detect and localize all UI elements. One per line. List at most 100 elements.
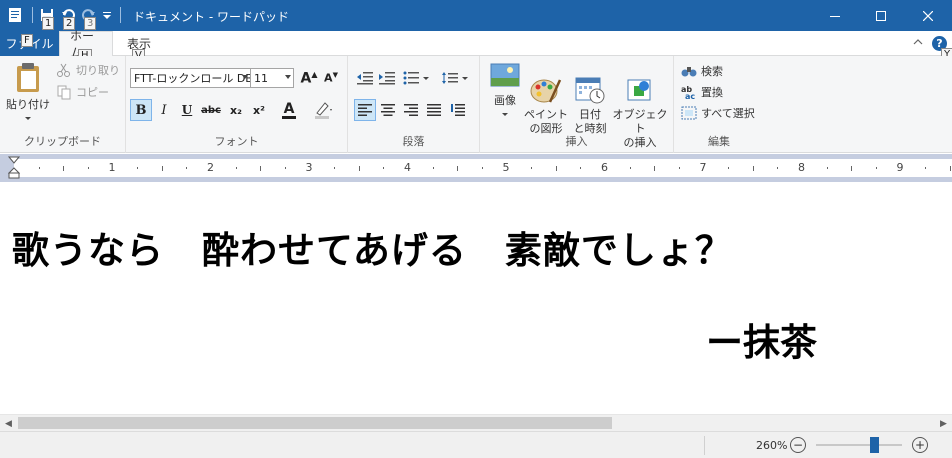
zoom-out-button[interactable]: − — [790, 437, 806, 453]
font-family-select[interactable]: FTT-ロックンロール DB — [130, 68, 251, 88]
tab-file[interactable]: ファイル F — [0, 31, 59, 56]
ruler-tick — [457, 165, 459, 171]
editing-group-label: 編集 — [708, 135, 730, 148]
select-all-button[interactable]: すべて選択 — [681, 105, 755, 121]
justify-icon — [427, 104, 441, 116]
highlight-color-button[interactable] — [308, 99, 338, 121]
close-button[interactable] — [904, 0, 952, 31]
zoom-slider-thumb[interactable] — [870, 437, 880, 453]
ruler-tick — [358, 165, 360, 171]
increase-indent-button[interactable] — [376, 67, 398, 89]
replace-button[interactable]: ab ac 置換 — [681, 84, 723, 100]
minimize-button[interactable] — [812, 0, 858, 31]
replace-label: 置換 — [701, 86, 723, 99]
collapse-ribbon-button[interactable] — [913, 36, 923, 49]
ruler-tick — [826, 167, 828, 169]
redo-button[interactable]: 3 — [80, 5, 98, 30]
ruler-tick — [531, 167, 533, 169]
align-left-button[interactable] — [354, 99, 376, 121]
save-button[interactable]: 1 — [38, 5, 56, 30]
paste-button[interactable]: 貼り付け — [6, 62, 50, 126]
font-size-select[interactable]: 11 — [250, 68, 294, 88]
justify-button[interactable] — [423, 99, 445, 121]
document-line-2[interactable]: ー抹茶 — [706, 312, 817, 366]
save-keytip: 1 — [42, 17, 55, 30]
bullet-list-icon — [403, 71, 429, 85]
zoom-slider[interactable] — [816, 444, 902, 446]
zoom-in-button[interactable]: + — [912, 437, 928, 453]
increase-indent-icon — [379, 72, 395, 85]
wordpad-app-icon[interactable] — [6, 5, 24, 25]
customize-qa-dropdown[interactable] — [101, 5, 113, 25]
find-button[interactable]: 検索 — [681, 63, 723, 79]
editing-group: 検索 ab ac 置換 すべて選択 編集 — [674, 56, 764, 153]
align-center-button[interactable] — [377, 99, 399, 121]
horizontal-scrollbar[interactable]: ◀ ▶ — [0, 414, 952, 431]
insert-picture-button[interactable]: 画像 — [486, 62, 524, 122]
highlighter-icon — [315, 102, 332, 119]
font-group: FTT-ロックンロール DB 11 A▲ A▼ B I U abc x₂ x² … — [126, 56, 348, 153]
ruler-tick — [752, 165, 754, 171]
scroll-right-arrow-icon[interactable]: ▶ — [935, 415, 952, 432]
paragraph-group: 段落 — [348, 56, 480, 153]
shrink-font-button[interactable]: A▼ — [320, 67, 342, 89]
italic-button[interactable]: I — [153, 99, 175, 121]
find-label: 検索 — [701, 65, 723, 78]
ruler-tick — [580, 167, 582, 169]
paint-label: ペイント の図形 — [524, 108, 568, 135]
ruler-tick — [925, 167, 927, 169]
list-button[interactable] — [400, 67, 432, 89]
chevron-down-icon — [25, 117, 31, 120]
align-right-button[interactable] — [400, 99, 422, 121]
ruler-tick — [851, 165, 853, 171]
ruler-tick — [678, 167, 680, 169]
cut-button[interactable]: 切り取り — [56, 62, 120, 78]
insert-group-label: 挿入 — [565, 135, 588, 148]
undo-button[interactable]: 2 — [59, 5, 77, 30]
minimize-icon — [830, 15, 840, 17]
ruler-number: 1 — [108, 161, 116, 174]
ruler-tick — [728, 167, 730, 169]
ruler-number: 5 — [502, 161, 510, 174]
scissors-icon — [57, 63, 70, 77]
underline-label: U — [181, 103, 193, 117]
picture-icon — [490, 63, 520, 87]
ruler-tick — [38, 167, 40, 169]
replace-icon: abac — [681, 85, 695, 99]
subscript-button[interactable]: x₂ — [225, 99, 247, 121]
paste-label: 貼り付け — [6, 98, 50, 111]
decrease-indent-icon — [357, 72, 373, 85]
tab-home[interactable]: ホーム H — [59, 29, 113, 62]
font-group-label: フォント — [214, 135, 259, 148]
superscript-button[interactable]: x² — [248, 99, 270, 121]
ruler-number: 9 — [896, 161, 904, 174]
document-line-1[interactable]: 歌うなら 酔わせてあげる 素敵でしょ？ — [12, 220, 733, 274]
paragraph-group-label: 段落 — [402, 135, 425, 148]
minus-icon: − — [792, 438, 804, 452]
document-area[interactable]: 歌うなら 酔わせてあげる 素敵でしょ？ ー抹茶 — [0, 182, 952, 414]
strikethrough-button[interactable]: abc — [200, 99, 222, 121]
object-icon — [627, 79, 651, 101]
font-family-value: FTT-ロックンロール DB — [134, 72, 251, 85]
grow-font-button[interactable]: A▲ — [298, 67, 320, 89]
align-center-icon — [381, 104, 395, 116]
line-spacing-button[interactable] — [440, 67, 470, 89]
ruler: 1 2 3 4 5 6 7 8 9 — [0, 154, 952, 182]
decrease-indent-button[interactable] — [354, 67, 376, 89]
font-color-swatch — [282, 115, 296, 119]
copy-button[interactable]: コピー — [56, 84, 109, 100]
maximize-button[interactable] — [858, 0, 904, 31]
qa-separator — [120, 7, 121, 23]
underline-button[interactable]: U — [176, 99, 198, 121]
font-color-button[interactable]: A — [274, 99, 304, 121]
scrollbar-thumb[interactable] — [18, 417, 612, 429]
ruler-tick — [629, 167, 631, 169]
tab-view[interactable]: 表示 V — [117, 31, 161, 62]
ruler-tick — [949, 165, 951, 171]
indent-marker-icon[interactable] — [8, 156, 20, 180]
scroll-left-arrow-icon[interactable]: ◀ — [0, 415, 17, 432]
paragraph-settings-button[interactable] — [447, 99, 469, 121]
bold-button[interactable]: B — [130, 99, 152, 121]
close-icon — [923, 10, 933, 21]
ribbon: 貼り付け 切り取り コピー クリップボード FTT-ロックンロール DB 11 … — [0, 56, 952, 153]
